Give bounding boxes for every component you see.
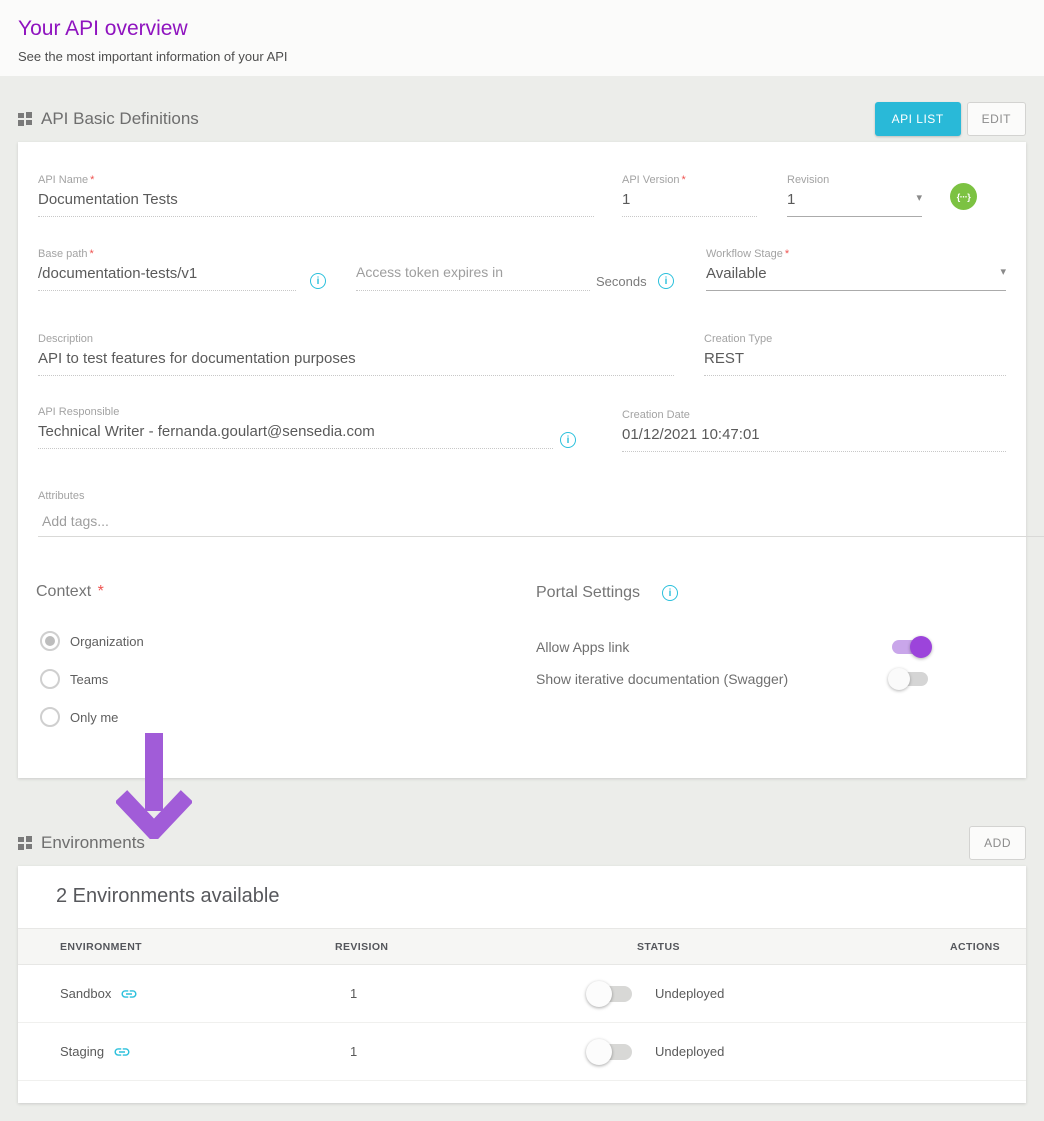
- api-overview-page: Your API overview See the most important…: [0, 0, 1044, 1121]
- api-name-label: API Name*: [38, 174, 594, 186]
- description-field[interactable]: API to test features for documentation p…: [38, 350, 674, 376]
- link-icon[interactable]: [120, 985, 138, 1003]
- radio-teams[interactable]: Teams: [40, 669, 108, 689]
- column-status: STATUS: [637, 941, 950, 953]
- status-badge: Undeployed: [655, 986, 724, 1001]
- workflow-stage-select[interactable]: Available▾: [706, 265, 1006, 291]
- base-path-label: Base path*: [38, 248, 296, 260]
- environments-card: 2 Environments available ENVIRONMENT REV…: [18, 866, 1026, 1103]
- grid-icon: [18, 836, 32, 850]
- basic-definitions-header: API Basic Definitions API LIST EDIT: [0, 96, 1044, 142]
- column-actions: ACTIONS: [950, 941, 1026, 953]
- environments-table-header: ENVIRONMENT REVISION STATUS ACTIONS: [18, 928, 1026, 965]
- curly-braces-code-icon[interactable]: {···}: [950, 183, 977, 210]
- seconds-label: Seconds: [596, 274, 647, 289]
- column-revision: REVISION: [335, 941, 637, 953]
- page-subtitle: See the most important information of yo…: [18, 49, 288, 64]
- api-responsible-label: API Responsible: [38, 406, 553, 418]
- add-tags-input[interactable]: [38, 513, 1024, 529]
- workflow-stage-label: Workflow Stage*: [706, 248, 1006, 260]
- radio-icon[interactable]: [40, 669, 60, 689]
- api-name-field[interactable]: Documentation Tests: [38, 191, 594, 217]
- context-label: Context *: [36, 583, 104, 601]
- environments-count-title: 2 Environments available: [56, 885, 279, 908]
- access-token-field[interactable]: [356, 264, 590, 291]
- environment-name: Staging: [60, 1044, 104, 1059]
- api-version-label: API Version*: [622, 174, 757, 186]
- section-title-basic-definitions: API Basic Definitions: [41, 109, 199, 129]
- info-icon[interactable]: i: [658, 273, 674, 289]
- api-list-button[interactable]: API LIST: [875, 102, 961, 136]
- table-row-staging: Staging 1 Undeployed: [18, 1023, 1026, 1081]
- radio-icon[interactable]: [40, 631, 60, 651]
- info-icon[interactable]: i: [560, 432, 576, 448]
- table-row-sandbox: Sandbox 1 Undeployed: [18, 965, 1026, 1023]
- chevron-down-icon[interactable]: ▾: [1000, 265, 1006, 280]
- info-icon[interactable]: i: [662, 585, 678, 601]
- grid-icon: [18, 112, 32, 126]
- radio-only-me[interactable]: Only me: [40, 707, 118, 727]
- link-icon[interactable]: [113, 1043, 131, 1061]
- revision-select[interactable]: 1▾: [787, 191, 922, 217]
- environment-name: Sandbox: [60, 986, 111, 1001]
- allow-apps-link-label: Allow Apps link: [536, 639, 629, 655]
- creation-date-label: Creation Date: [622, 409, 1006, 421]
- base-path-field[interactable]: /documentation-tests/v1: [38, 265, 296, 291]
- column-environment: ENVIRONMENT: [60, 941, 335, 953]
- allow-apps-link-toggle[interactable]: [888, 636, 932, 658]
- basic-definitions-card: API Name* Documentation Tests API Versio…: [18, 142, 1026, 778]
- portal-settings-label: Portal Settings: [536, 584, 640, 602]
- page-title: Your API overview: [18, 17, 188, 41]
- creation-type-value: REST: [704, 350, 1006, 376]
- revision-label: Revision: [787, 174, 922, 186]
- attributes-underline: [38, 536, 1044, 537]
- purple-down-arrow: [116, 733, 192, 844]
- page-header: Your API overview See the most important…: [0, 0, 1044, 76]
- show-swagger-label: Show iterative documentation (Swagger): [536, 671, 788, 687]
- deploy-toggle[interactable]: [586, 981, 636, 1007]
- api-version-field[interactable]: 1: [622, 191, 757, 217]
- access-token-input[interactable]: [356, 264, 590, 280]
- edit-button[interactable]: EDIT: [967, 102, 1026, 136]
- api-responsible-field[interactable]: Technical Writer - fernanda.goulart@sens…: [38, 423, 553, 449]
- info-icon[interactable]: i: [310, 273, 326, 289]
- chevron-down-icon[interactable]: ▾: [916, 191, 922, 206]
- add-environment-button[interactable]: ADD: [969, 826, 1026, 860]
- creation-type-label: Creation Type: [704, 333, 1006, 345]
- show-swagger-toggle[interactable]: [888, 668, 932, 690]
- creation-date-value: 01/12/2021 10:47:01: [622, 426, 1006, 452]
- radio-icon[interactable]: [40, 707, 60, 727]
- status-badge: Undeployed: [655, 1044, 724, 1059]
- radio-organization[interactable]: Organization: [40, 631, 144, 651]
- description-label: Description: [38, 333, 674, 345]
- attributes-label: Attributes: [38, 490, 1024, 502]
- deploy-toggle[interactable]: [586, 1039, 636, 1065]
